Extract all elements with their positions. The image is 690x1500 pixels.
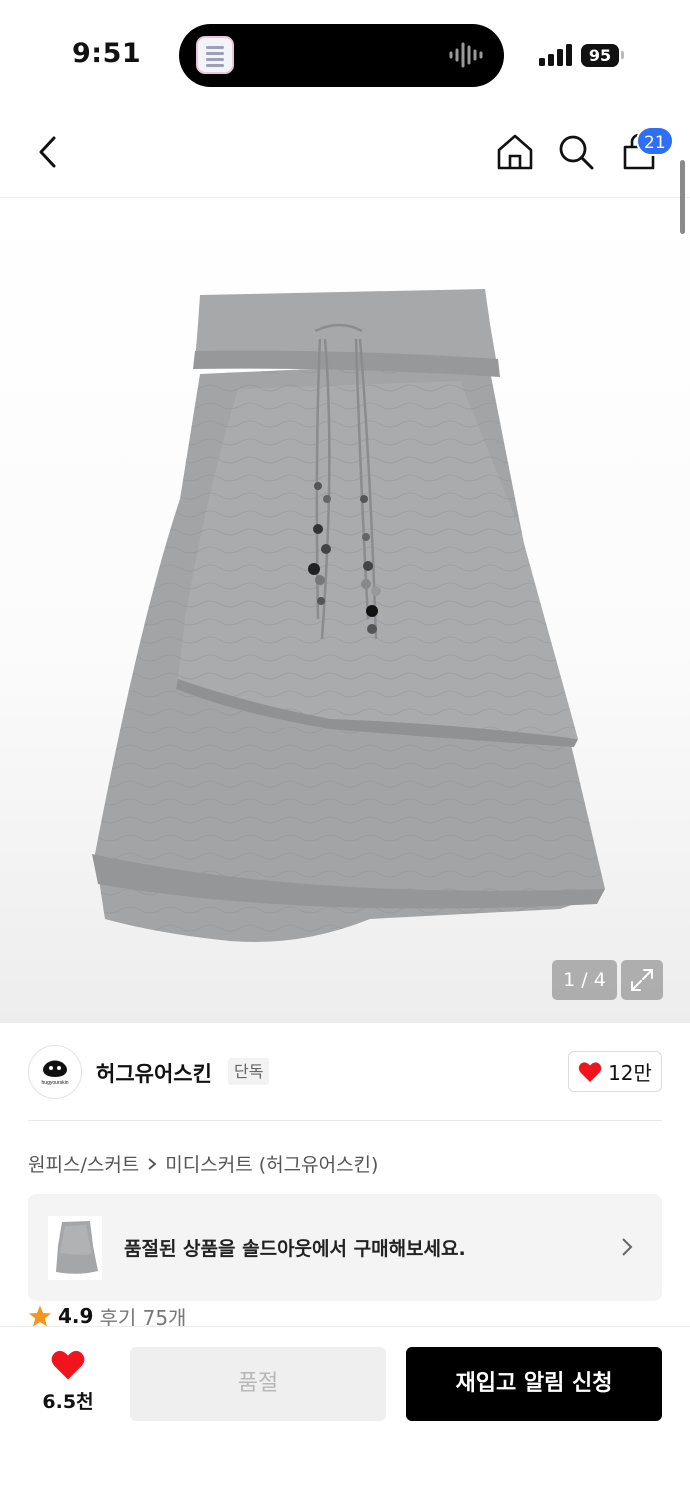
brand-row: hugyourskin 허그유어스킨 단독 12만 bbox=[0, 1023, 690, 1121]
bottom-action-bar: 6.5천 품절 재입고 알림 신청 bbox=[0, 1326, 690, 1500]
home-button[interactable] bbox=[493, 130, 537, 174]
cart-count-badge: 21 bbox=[636, 126, 674, 156]
search-button[interactable] bbox=[554, 130, 598, 174]
wishlist-count: 6.5천 bbox=[42, 1391, 94, 1413]
brand-logo-mark: hugyourskin bbox=[42, 1060, 69, 1085]
status-bar: 9:51 95 bbox=[0, 0, 690, 110]
breadcrumb-parent[interactable]: 원피스/스커트 bbox=[28, 1150, 139, 1177]
home-icon bbox=[497, 134, 533, 170]
battery-indicator: 95 bbox=[581, 44, 619, 67]
cellular-signal-icon bbox=[539, 44, 572, 66]
rating-score: 4.9 bbox=[58, 1304, 94, 1328]
chevron-left-icon bbox=[39, 136, 56, 168]
expand-button[interactable] bbox=[621, 960, 663, 1000]
brand-name[interactable]: 허그유어스킨 bbox=[96, 1058, 212, 1088]
status-time: 9:51 bbox=[72, 38, 142, 69]
back-button[interactable] bbox=[26, 130, 70, 174]
exclusive-badge: 단독 bbox=[228, 1058, 270, 1085]
heart-icon bbox=[578, 1061, 602, 1082]
product-image-gallery[interactable] bbox=[0, 199, 690, 1023]
chevron-right-icon bbox=[148, 1157, 157, 1170]
search-icon bbox=[559, 135, 594, 170]
expand-icon bbox=[631, 969, 653, 991]
brand-like-button[interactable]: 12만 bbox=[568, 1051, 662, 1092]
dynamic-island bbox=[179, 24, 504, 87]
battery-cap bbox=[621, 51, 624, 59]
divider bbox=[28, 1120, 662, 1121]
wishlist-button[interactable]: 6.5천 bbox=[28, 1349, 108, 1419]
top-navigation bbox=[0, 110, 690, 198]
restock-alert-button[interactable]: 재입고 알림 신청 bbox=[406, 1347, 662, 1421]
brand-like-count: 12만 bbox=[608, 1061, 652, 1085]
audio-wave-icon bbox=[449, 42, 483, 68]
soldout-button[interactable]: 품절 bbox=[130, 1347, 386, 1421]
banner-product-thumbnail bbox=[48, 1216, 102, 1280]
product-image bbox=[92, 289, 605, 943]
image-counter: 1 / 4 bbox=[552, 960, 617, 1000]
svg-text:hugyourskin: hugyourskin bbox=[42, 1080, 69, 1085]
chevron-right-icon bbox=[622, 1238, 633, 1256]
scrollbar[interactable] bbox=[680, 160, 685, 234]
heart-icon bbox=[51, 1350, 85, 1380]
star-icon bbox=[29, 1305, 51, 1327]
brand-logo[interactable]: hugyourskin bbox=[28, 1045, 82, 1099]
app-icon bbox=[196, 36, 234, 74]
soldout-banner[interactable]: 품절된 상품을 솔드아웃에서 구매해보세요. bbox=[28, 1194, 662, 1301]
banner-text: 품절된 상품을 솔드아웃에서 구매해보세요. bbox=[124, 1238, 466, 1260]
breadcrumb: 원피스/스커트 미디스커트 (허그유어스킨) bbox=[28, 1150, 378, 1177]
breadcrumb-current[interactable]: 미디스커트 (허그유어스킨) bbox=[165, 1150, 378, 1177]
